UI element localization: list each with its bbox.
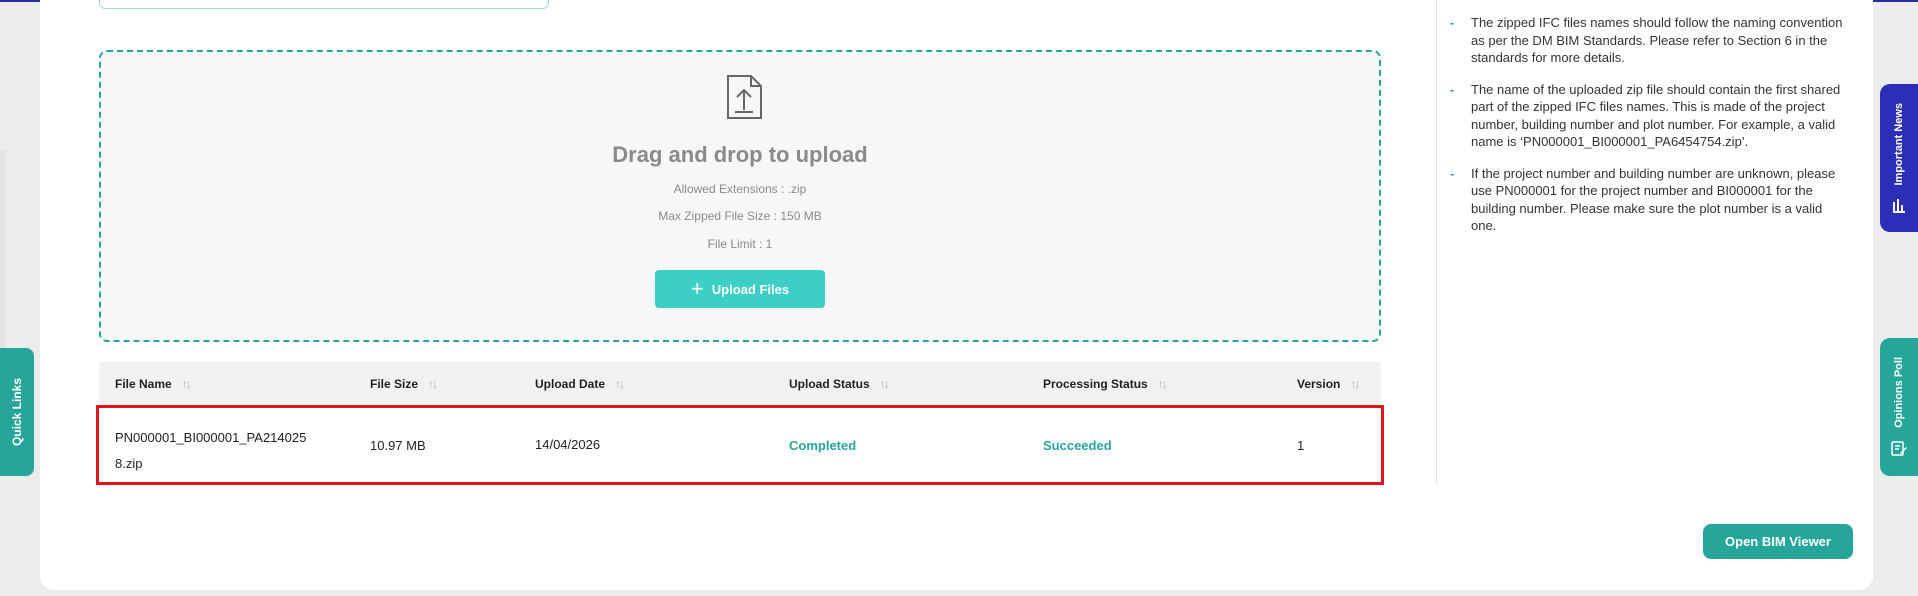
upload-dropzone[interactable]: Drag and drop to upload Allowed Extensio… [99,50,1381,342]
processing-status-cell: Succeeded [1043,438,1112,453]
upload-status-cell: Completed [789,438,857,453]
sort-icon[interactable]: ↑↓ [428,377,438,391]
notes-divider [1436,0,1437,484]
bullet-dash: - [1450,165,1455,181]
plus-icon: + [690,276,704,301]
sort-icon[interactable]: ↑↓ [615,377,625,391]
table-row[interactable]: PN000001_BI000001_PA2140258.zip 10.97 MB… [96,405,1384,485]
file-size-cell: 10.97 MB [370,438,426,453]
bullet-dash: - [1450,81,1455,97]
upload-date-cell: 14/04/2026 [535,437,601,452]
column-header-upload-date[interactable]: Upload Date ↑↓ [535,362,625,406]
note-item: - The name of the uploaded zip file shou… [1450,81,1841,150]
column-header-file-name[interactable]: File Name ↑↓ [115,362,192,406]
dropzone-title: Drag and drop to upload [612,142,868,167]
note-item: - The zipped IFC files names should foll… [1450,15,1843,65]
table-header: File Name ↑↓ File Size ↑↓ Upload Date ↑↓… [99,362,1381,406]
note-item: - If the project number and building num… [1450,165,1836,234]
allowed-extensions-text: Allowed Extensions : .zip [673,182,807,196]
sort-icon[interactable]: ↑↓ [880,377,890,391]
upload-notes: - The zipped IFC files names should foll… [1450,14,1850,249]
file-name-cell: PN000001_BI000001_PA2140258.zip [115,430,307,471]
opinions-poll-tab[interactable]: Opinions Poll [1880,338,1918,476]
max-size-text: Max Zipped File Size : 150 MB [658,209,822,223]
column-header-upload-status[interactable]: Upload Status ↑↓ [789,362,890,406]
version-cell: 1 [1297,438,1305,453]
column-header-processing-status[interactable]: Processing Status ↑↓ [1043,362,1168,406]
input-field-fragment[interactable] [99,0,549,9]
upload-file-icon [727,75,762,119]
sort-icon[interactable]: ↑↓ [182,377,192,391]
quick-links-tab[interactable]: Quick Links [0,348,34,476]
bullet-dash: - [1450,15,1455,30]
column-header-version[interactable]: Version ↑↓ [1297,362,1360,406]
sort-icon[interactable]: ↑↓ [1158,377,1168,391]
file-limit-text: File Limit : 1 [707,237,773,251]
sort-icon[interactable]: ↑↓ [1350,377,1360,391]
main-card: Drag and drop to upload Allowed Extensio… [40,0,1873,590]
bar-chart-icon [1893,199,1905,214]
upload-files-button[interactable]: + Upload Files [655,270,825,308]
column-header-file-size[interactable]: File Size ↑↓ [370,362,438,406]
poll-edit-icon [1891,441,1907,457]
important-news-tab[interactable]: Important News [1880,84,1918,232]
upload-files-label: Upload Files [711,281,790,297]
open-bim-viewer-button[interactable]: Open BIM Viewer [1703,524,1853,559]
